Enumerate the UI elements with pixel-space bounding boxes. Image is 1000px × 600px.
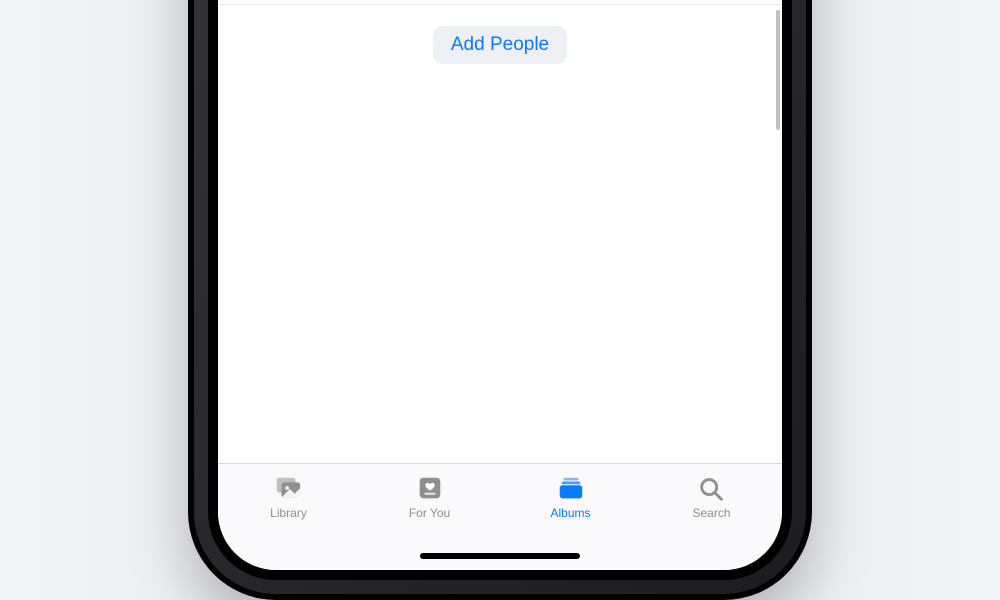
page-fade-left	[0, 0, 120, 600]
page-fade-right	[880, 0, 1000, 600]
library-icon	[274, 474, 304, 502]
iphone-device-frame: Piccolo	[188, 0, 812, 600]
tab-for-you[interactable]: For You	[370, 474, 490, 520]
home-indicator[interactable]	[420, 553, 580, 559]
tab-search[interactable]: Search	[652, 474, 772, 520]
tab-label: Search	[692, 506, 730, 520]
search-icon	[697, 474, 727, 502]
tab-library[interactable]: Library	[229, 474, 349, 520]
for-you-icon	[415, 474, 445, 502]
section-divider	[218, 4, 782, 5]
tab-albums[interactable]: Albums	[511, 474, 631, 520]
stage: Piccolo	[0, 0, 1000, 600]
tab-label: Albums	[550, 506, 590, 520]
device-screen: Piccolo	[218, 0, 782, 570]
tab-label: Library	[270, 506, 307, 520]
tab-label: For You	[409, 506, 450, 520]
device-bezel: Piccolo	[208, 0, 792, 580]
photos-people-pets-screen: Piccolo	[218, 0, 782, 570]
add-people-button[interactable]: Add People	[433, 26, 567, 64]
albums-icon	[556, 474, 586, 502]
scrollbar-thumb[interactable]	[776, 10, 780, 130]
